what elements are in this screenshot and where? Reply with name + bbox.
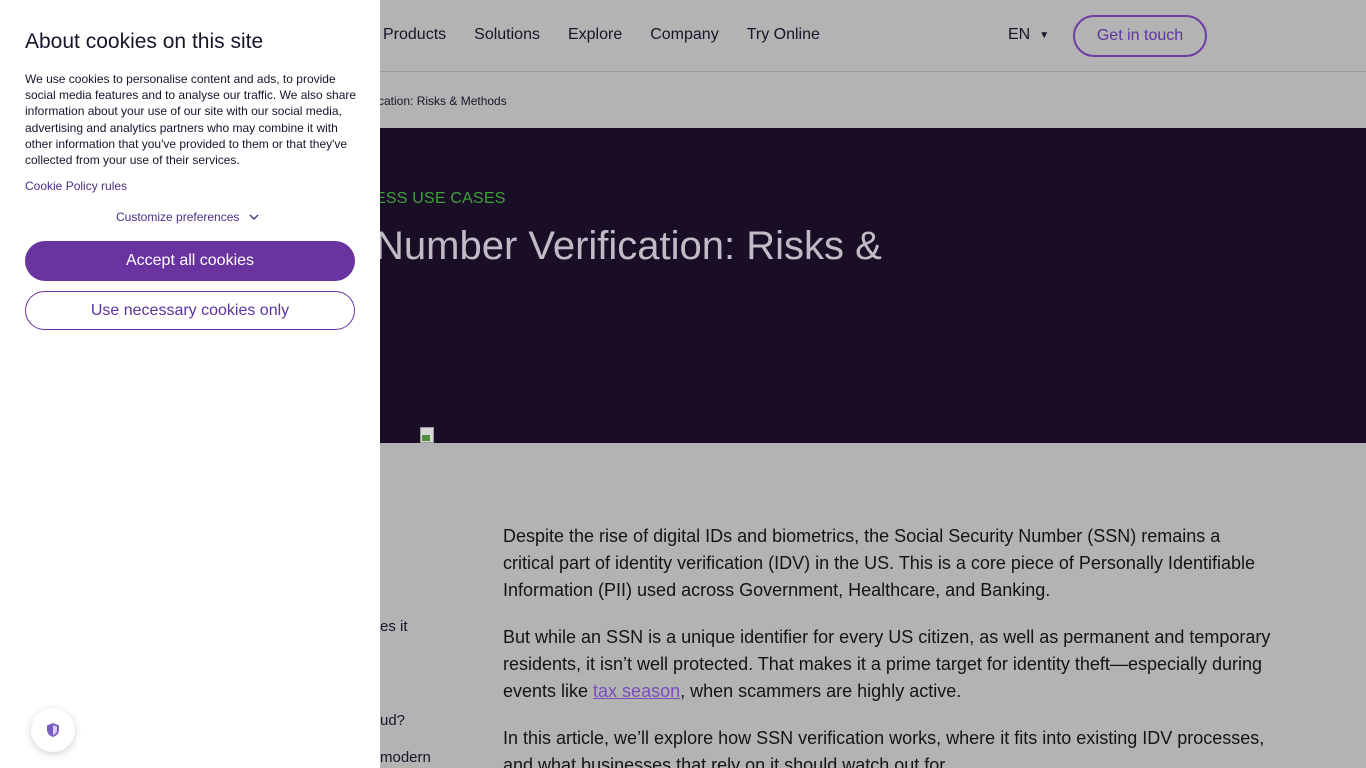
cookie-policy-link[interactable]: Cookie Policy rules [25, 179, 127, 193]
cookie-settings-badge[interactable] [31, 708, 75, 752]
language-selector[interactable]: EN ▼ [1008, 26, 1049, 44]
cookie-description: We use cookies to personalise content an… [25, 72, 357, 168]
toc-fragment[interactable]: ud? [380, 712, 405, 729]
page-title: Number Verification: Risks & [375, 224, 882, 268]
customize-label: Customize preferences [116, 210, 240, 224]
caret-down-icon: ▼ [1039, 29, 1050, 41]
accept-all-cookies-button[interactable]: Accept all cookies [25, 241, 355, 281]
language-label: EN [1008, 26, 1031, 43]
get-in-touch-button[interactable]: Get in touch [1073, 15, 1207, 57]
shield-icon [47, 723, 59, 737]
article-paragraph: Despite the rise of digital IDs and biom… [503, 526, 1256, 600]
nav-item-products[interactable]: Products [383, 26, 446, 44]
article-body: Despite the rise of digital IDs and biom… [503, 523, 1273, 768]
nav-item-explore[interactable]: Explore [568, 26, 622, 44]
toc-fragment[interactable]: es it [380, 618, 408, 635]
cookie-title: About cookies on this site [25, 30, 264, 53]
customize-preferences-toggle[interactable]: Customize preferences [116, 210, 259, 224]
nav-item-company[interactable]: Company [650, 26, 718, 44]
cookie-consent-panel: About cookies on this site We use cookie… [0, 0, 380, 768]
toc-fragment[interactable]: modern [380, 749, 431, 766]
tax-season-link[interactable]: tax season [593, 681, 680, 701]
chevron-down-icon [249, 214, 259, 220]
breadcrumb: fication: Risks & Methods [372, 94, 507, 108]
nav-item-solutions[interactable]: Solutions [474, 26, 540, 44]
article-paragraph: But while an SSN is a unique identifier … [503, 624, 1273, 705]
article-paragraph: In this article, we’ll explore how SSN v… [503, 728, 1265, 768]
main-nav: Products Solutions Explore Company Try O… [383, 26, 820, 44]
nav-item-try-online[interactable]: Try Online [747, 26, 820, 44]
broken-image-icon [420, 427, 436, 443]
necessary-cookies-button[interactable]: Use necessary cookies only [25, 291, 355, 330]
paragraph-text: , when scammers are highly active. [680, 681, 962, 701]
hero-eyebrow: ESS USE CASES [375, 190, 506, 207]
